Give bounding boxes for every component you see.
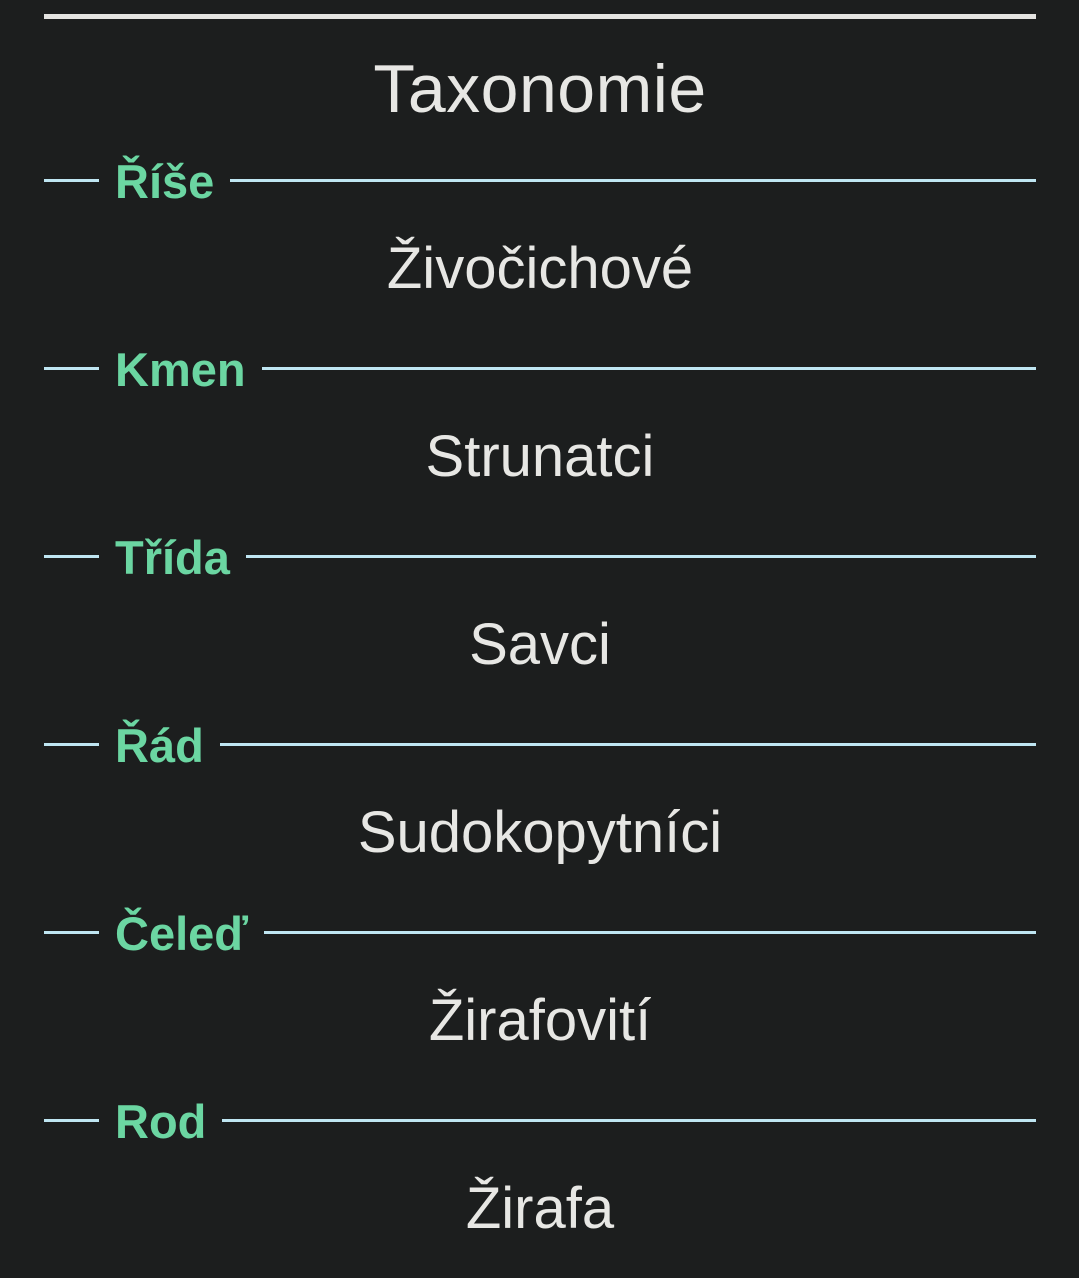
rank-label: Řád xyxy=(115,719,204,772)
rank-label: Kmen xyxy=(115,343,246,396)
rank-heading: Řád xyxy=(44,710,1036,778)
heading-rule-right xyxy=(261,366,1036,370)
rank-heading: Rod xyxy=(44,1086,1036,1154)
rank-row-trida: Třída Savci xyxy=(44,522,1036,710)
rank-heading: Kmen xyxy=(44,334,1036,402)
rank-label: Třída xyxy=(115,531,230,584)
rank-row-rise: Říše Živočichové xyxy=(44,146,1036,334)
rank-heading: Třída xyxy=(44,522,1036,590)
rank-row-celed: Čeleď Žirafovití xyxy=(44,898,1036,1086)
heading-rule-right xyxy=(264,930,1036,934)
rank-value: Savci xyxy=(469,612,611,677)
heading-rule-left xyxy=(44,742,99,746)
rank-list: Říše Živočichové Kmen Strunatci Třída Sa… xyxy=(44,146,1036,1274)
rank-value: Sudokopytníci xyxy=(357,800,723,865)
rank-heading: Říše xyxy=(44,146,1036,214)
heading-rule-left xyxy=(44,930,99,934)
heading-rule-right xyxy=(222,1118,1036,1122)
rank-row-kmen: Kmen Strunatci xyxy=(44,334,1036,522)
rank-label: Čeleď xyxy=(115,907,249,960)
rank-row-rad: Řád Sudokopytníci xyxy=(44,710,1036,898)
rank-label: Říše xyxy=(115,155,215,208)
rank-label: Rod xyxy=(115,1095,207,1148)
rank-value: Žirafovití xyxy=(428,988,652,1053)
heading-rule-left xyxy=(44,554,99,558)
heading-rule-left xyxy=(44,178,99,182)
heading-rule-right xyxy=(230,178,1036,182)
panel-title: Taxonomie xyxy=(373,51,707,127)
rank-value: Živočichové xyxy=(386,236,694,301)
rank-value: Strunatci xyxy=(425,424,655,489)
heading-rule-right xyxy=(245,554,1036,558)
top-divider xyxy=(44,14,1036,19)
rank-value: Žirafa xyxy=(465,1176,615,1241)
rank-heading: Čeleď xyxy=(44,898,1036,966)
rank-row-rod: Rod Žirafa xyxy=(44,1086,1036,1274)
heading-rule-left xyxy=(44,366,99,370)
heading-rule-right xyxy=(219,742,1036,746)
taxonomy-panel: Taxonomie Říše Živočichové Kmen Strunatc… xyxy=(44,0,1036,1278)
heading-rule-left xyxy=(44,1118,99,1122)
